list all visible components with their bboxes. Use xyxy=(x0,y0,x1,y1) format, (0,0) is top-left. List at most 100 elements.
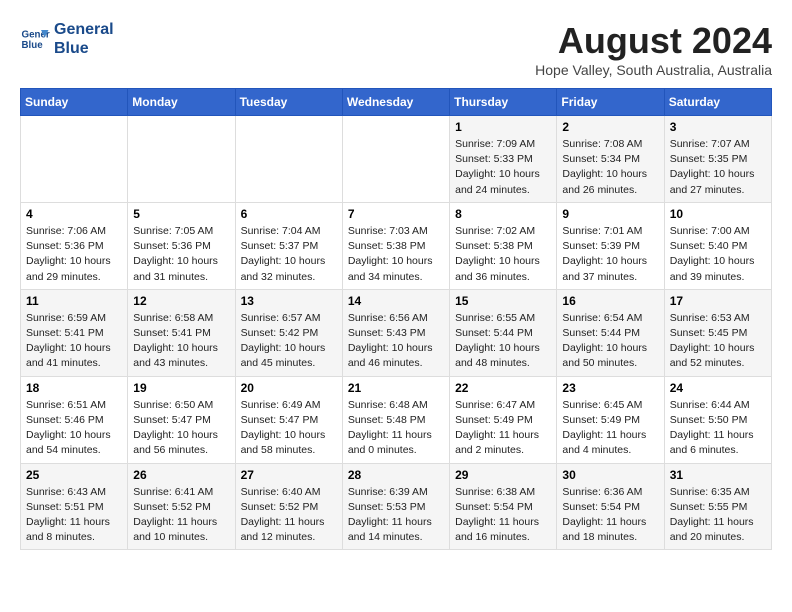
calendar-cell: 17Sunrise: 6:53 AM Sunset: 5:45 PM Dayli… xyxy=(664,289,771,376)
cell-content: Sunrise: 6:59 AM Sunset: 5:41 PM Dayligh… xyxy=(26,311,122,372)
day-number: 10 xyxy=(670,207,766,221)
cell-content: Sunrise: 7:04 AM Sunset: 5:37 PM Dayligh… xyxy=(241,224,337,285)
calendar-cell: 2 Sunrise: 7:08 AM Sunset: 5:34 PM Daylig… xyxy=(557,116,664,203)
calendar-cell: 12 Sunrise: 6:58 AM Sunset: 5:41 PM Dayli… xyxy=(128,289,235,376)
calendar-week-5: 25Sunrise: 6:43 AM Sunset: 5:51 PM Dayli… xyxy=(21,463,772,550)
day-number: 11 xyxy=(26,294,122,308)
day-number: 26 xyxy=(133,468,229,482)
weekday-header-thursday: Thursday xyxy=(450,89,557,116)
calendar-cell: 29Sunrise: 6:38 AM Sunset: 5:54 PM Dayli… xyxy=(450,463,557,550)
logo: General Blue General Blue xyxy=(20,20,114,58)
logo-icon: General Blue xyxy=(20,24,50,54)
calendar-cell: 1Sunrise: 7:09 AM Sunset: 5:33 PM Daylig… xyxy=(450,116,557,203)
calendar-week-4: 18 Sunrise: 6:51 AM Sunset: 5:46 PM Dayli… xyxy=(21,376,772,463)
cell-content: Sunrise: 6:40 AM Sunset: 5:52 PM Dayligh… xyxy=(241,485,337,546)
day-number: 7 xyxy=(348,207,444,221)
weekday-header-monday: Monday xyxy=(128,89,235,116)
calendar-cell: 16Sunrise: 6:54 AM Sunset: 5:44 PM Dayli… xyxy=(557,289,664,376)
calendar-cell xyxy=(342,116,449,203)
day-number: 30 xyxy=(562,468,658,482)
day-number: 18 xyxy=(26,381,122,395)
month-year-title: August 2024 xyxy=(535,20,772,62)
location-subtitle: Hope Valley, South Australia, Australia xyxy=(535,62,772,78)
calendar-week-2: 4 Sunrise: 7:06 AM Sunset: 5:36 PM Daylig… xyxy=(21,202,772,289)
cell-content: Sunrise: 6:50 AM Sunset: 5:47 PM Dayligh… xyxy=(133,398,229,459)
day-number: 27 xyxy=(241,468,337,482)
day-number: 5 xyxy=(133,207,229,221)
day-number: 21 xyxy=(348,381,444,395)
day-number: 2 xyxy=(562,120,658,134)
cell-content: Sunrise: 6:36 AM Sunset: 5:54 PM Dayligh… xyxy=(562,485,658,546)
cell-content: Sunrise: 6:39 AM Sunset: 5:53 PM Dayligh… xyxy=(348,485,444,546)
calendar-cell: 31 Sunrise: 6:35 AM Sunset: 5:55 PM Dayli… xyxy=(664,463,771,550)
calendar-table: SundayMondayTuesdayWednesdayThursdayFrid… xyxy=(20,88,772,550)
weekday-header-row: SundayMondayTuesdayWednesdayThursdayFrid… xyxy=(21,89,772,116)
calendar-cell: 26 Sunrise: 6:41 AM Sunset: 5:52 PM Dayli… xyxy=(128,463,235,550)
calendar-cell: 22 Sunrise: 6:47 AM Sunset: 5:49 PM Dayli… xyxy=(450,376,557,463)
cell-content: Sunrise: 7:07 AM Sunset: 5:35 PM Dayligh… xyxy=(670,137,766,198)
day-number: 22 xyxy=(455,381,551,395)
cell-content: Sunrise: 6:55 AM Sunset: 5:44 PM Dayligh… xyxy=(455,311,551,372)
day-number: 1 xyxy=(455,120,551,134)
day-number: 19 xyxy=(133,381,229,395)
cell-content: Sunrise: 6:47 AM Sunset: 5:49 PM Dayligh… xyxy=(455,398,551,459)
calendar-cell: 6 Sunrise: 7:04 AM Sunset: 5:37 PM Daylig… xyxy=(235,202,342,289)
day-number: 29 xyxy=(455,468,551,482)
calendar-cell xyxy=(128,116,235,203)
cell-content: Sunrise: 7:06 AM Sunset: 5:36 PM Dayligh… xyxy=(26,224,122,285)
cell-content: Sunrise: 7:01 AM Sunset: 5:39 PM Dayligh… xyxy=(562,224,658,285)
svg-text:Blue: Blue xyxy=(22,40,44,51)
calendar-cell: 3 Sunrise: 7:07 AM Sunset: 5:35 PM Daylig… xyxy=(664,116,771,203)
cell-content: Sunrise: 7:08 AM Sunset: 5:34 PM Dayligh… xyxy=(562,137,658,198)
day-number: 28 xyxy=(348,468,444,482)
cell-content: Sunrise: 7:03 AM Sunset: 5:38 PM Dayligh… xyxy=(348,224,444,285)
calendar-cell: 5Sunrise: 7:05 AM Sunset: 5:36 PM Daylig… xyxy=(128,202,235,289)
day-number: 4 xyxy=(26,207,122,221)
calendar-cell: 8 Sunrise: 7:02 AM Sunset: 5:38 PM Daylig… xyxy=(450,202,557,289)
day-number: 6 xyxy=(241,207,337,221)
calendar-cell: 7 Sunrise: 7:03 AM Sunset: 5:38 PM Daylig… xyxy=(342,202,449,289)
calendar-cell: 13Sunrise: 6:57 AM Sunset: 5:42 PM Dayli… xyxy=(235,289,342,376)
cell-content: Sunrise: 6:57 AM Sunset: 5:42 PM Dayligh… xyxy=(241,311,337,372)
calendar-cell: 11 Sunrise: 6:59 AM Sunset: 5:41 PM Dayli… xyxy=(21,289,128,376)
cell-content: Sunrise: 6:49 AM Sunset: 5:47 PM Dayligh… xyxy=(241,398,337,459)
cell-content: Sunrise: 7:02 AM Sunset: 5:38 PM Dayligh… xyxy=(455,224,551,285)
day-number: 3 xyxy=(670,120,766,134)
calendar-week-3: 11 Sunrise: 6:59 AM Sunset: 5:41 PM Dayli… xyxy=(21,289,772,376)
calendar-cell: 30 Sunrise: 6:36 AM Sunset: 5:54 PM Dayli… xyxy=(557,463,664,550)
calendar-cell: 10 Sunrise: 7:00 AM Sunset: 5:40 PM Dayli… xyxy=(664,202,771,289)
day-number: 8 xyxy=(455,207,551,221)
page-header: General Blue General Blue August 2024 Ho… xyxy=(20,20,772,78)
calendar-cell: 27 Sunrise: 6:40 AM Sunset: 5:52 PM Dayli… xyxy=(235,463,342,550)
cell-content: Sunrise: 6:51 AM Sunset: 5:46 PM Dayligh… xyxy=(26,398,122,459)
calendar-cell xyxy=(235,116,342,203)
calendar-cell: 19 Sunrise: 6:50 AM Sunset: 5:47 PM Dayli… xyxy=(128,376,235,463)
weekday-header-tuesday: Tuesday xyxy=(235,89,342,116)
calendar-cell: 18 Sunrise: 6:51 AM Sunset: 5:46 PM Dayli… xyxy=(21,376,128,463)
calendar-cell: 23Sunrise: 6:45 AM Sunset: 5:49 PM Dayli… xyxy=(557,376,664,463)
calendar-cell: 21 Sunrise: 6:48 AM Sunset: 5:48 PM Dayli… xyxy=(342,376,449,463)
cell-content: Sunrise: 7:00 AM Sunset: 5:40 PM Dayligh… xyxy=(670,224,766,285)
logo-text: General Blue xyxy=(54,20,114,58)
day-number: 16 xyxy=(562,294,658,308)
calendar-cell: 24Sunrise: 6:44 AM Sunset: 5:50 PM Dayli… xyxy=(664,376,771,463)
day-number: 31 xyxy=(670,468,766,482)
day-number: 15 xyxy=(455,294,551,308)
calendar-cell xyxy=(21,116,128,203)
cell-content: Sunrise: 6:43 AM Sunset: 5:51 PM Dayligh… xyxy=(26,485,122,546)
calendar-cell: 25Sunrise: 6:43 AM Sunset: 5:51 PM Dayli… xyxy=(21,463,128,550)
calendar-cell: 20Sunrise: 6:49 AM Sunset: 5:47 PM Dayli… xyxy=(235,376,342,463)
cell-content: Sunrise: 6:58 AM Sunset: 5:41 PM Dayligh… xyxy=(133,311,229,372)
weekday-header-sunday: Sunday xyxy=(21,89,128,116)
cell-content: Sunrise: 6:41 AM Sunset: 5:52 PM Dayligh… xyxy=(133,485,229,546)
weekday-header-saturday: Saturday xyxy=(664,89,771,116)
calendar-cell: 4 Sunrise: 7:06 AM Sunset: 5:36 PM Daylig… xyxy=(21,202,128,289)
cell-content: Sunrise: 6:48 AM Sunset: 5:48 PM Dayligh… xyxy=(348,398,444,459)
weekday-header-friday: Friday xyxy=(557,89,664,116)
day-number: 12 xyxy=(133,294,229,308)
weekday-header-wednesday: Wednesday xyxy=(342,89,449,116)
calendar-cell: 9Sunrise: 7:01 AM Sunset: 5:39 PM Daylig… xyxy=(557,202,664,289)
cell-content: Sunrise: 6:56 AM Sunset: 5:43 PM Dayligh… xyxy=(348,311,444,372)
cell-content: Sunrise: 6:53 AM Sunset: 5:45 PM Dayligh… xyxy=(670,311,766,372)
cell-content: Sunrise: 6:35 AM Sunset: 5:55 PM Dayligh… xyxy=(670,485,766,546)
